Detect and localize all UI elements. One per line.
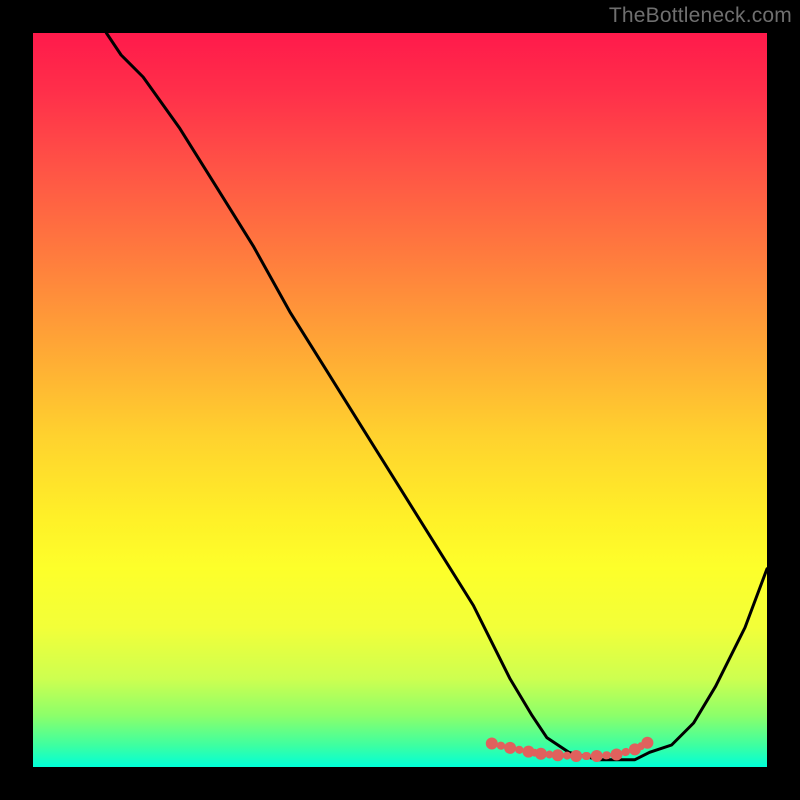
curve-path [106,33,767,760]
bottleneck-curve [106,33,767,760]
watermark-text: TheBottleneck.com [609,4,792,28]
trough-marker-dash [582,752,591,760]
trough-marker-dot [591,750,603,762]
chart-svg [33,33,767,767]
trough-marker-dot [570,750,582,762]
trough-marker-dot [504,742,516,754]
chart-frame: TheBottleneck.com [0,0,800,800]
trough-marker-dot [611,749,623,761]
trough-marker-dot [486,738,498,750]
plot-area [33,33,767,767]
trough-marker-dot [552,749,564,761]
